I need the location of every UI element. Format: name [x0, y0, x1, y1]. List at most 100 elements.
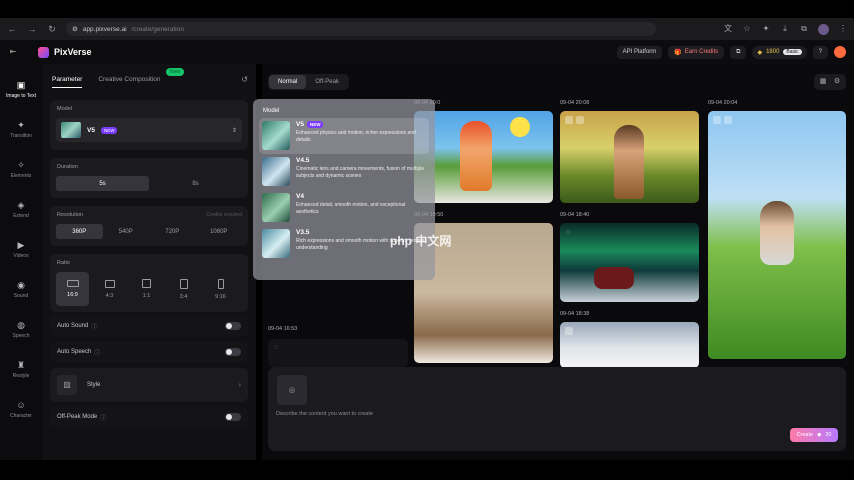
rail-item-videos[interactable]: ▶ Videos	[0, 240, 42, 259]
bottom-bar	[0, 460, 854, 480]
reload-icon[interactable]: ↻	[46, 23, 58, 35]
ratio-option-1-1[interactable]: 1:1	[130, 272, 163, 306]
menu-icon[interactable]: ⋮	[838, 24, 848, 34]
rail-item-sound[interactable]: ◉ Sound	[0, 280, 42, 299]
prompt-input[interactable]: Describe the content you want to create	[276, 411, 373, 417]
timestamp: 09-04 18:40	[560, 212, 590, 218]
model-card: Model V5 NEW ⇕	[50, 100, 248, 150]
credit-balance[interactable]: ◆ 1800 Basic	[752, 45, 807, 59]
rail-item-elements[interactable]: ✧ Elements	[0, 160, 42, 179]
restyle-icon: ♜	[16, 360, 26, 370]
resolution-option[interactable]: 720P	[149, 224, 196, 239]
prompt-box[interactable]: ⊕ Describe the content you want to creat…	[268, 367, 846, 451]
sound-icon: ◉	[17, 280, 25, 290]
extension-icon[interactable]: ✦	[761, 24, 771, 34]
site-info-icon[interactable]: ⚙	[72, 25, 78, 33]
favorite-icon[interactable]	[724, 116, 732, 124]
resolution-option[interactable]: 540P	[103, 224, 150, 239]
mode-normal[interactable]: Normal	[269, 75, 307, 89]
model-thumbnail	[262, 193, 290, 222]
help-icon[interactable]: ⓘ	[91, 322, 97, 331]
rail-item-character[interactable]: ☺ Character	[0, 400, 42, 419]
star-icon[interactable]: ☆	[742, 24, 752, 34]
image-icon: ▣	[16, 80, 26, 90]
ratio-selector: 16:9 4:3 1:1 3:4 9:16	[56, 272, 237, 306]
settings-icon[interactable]: ⚙	[832, 76, 842, 88]
resolution-selector: 360P 540P 720P 1080P	[56, 224, 242, 239]
rail-item-image-to-text[interactable]: ▣ Image to Text	[0, 80, 42, 99]
rail-item-speech[interactable]: ◍ Speech	[0, 320, 42, 339]
grid-view-icon[interactable]: ▦	[818, 76, 828, 88]
ratio-option-16-9[interactable]: 16:9	[56, 272, 89, 306]
ratio-option-4-3[interactable]: 4:3	[93, 272, 126, 306]
rail-item-restyle[interactable]: ♜ Restyle	[0, 360, 42, 379]
back-icon[interactable]: ←	[6, 23, 18, 35]
select-icon[interactable]	[713, 116, 721, 124]
rail-item-transition[interactable]: ✦ Transition	[0, 120, 42, 139]
auto-sound-toggle[interactable]	[225, 322, 241, 330]
address-bar[interactable]: ⚙ app.pixverse.ai/create/generation	[66, 22, 656, 36]
watermark: php 中文网	[390, 234, 452, 248]
favorite-icon[interactable]	[576, 116, 584, 124]
model-option-desc: Enhanced detail, smooth motion, and exce…	[296, 202, 406, 215]
ratio-shape-icon	[66, 280, 79, 287]
video-thumbnail[interactable]	[560, 111, 699, 203]
duration-option[interactable]: 8s	[149, 176, 242, 191]
earn-credits-button[interactable]: 🎁 Earn Credits	[668, 45, 725, 59]
gift-icon: 🎁	[674, 49, 682, 56]
rail-label: Character	[10, 413, 32, 419]
model-option-v5[interactable]: V5 NEW Enhanced physics and motion, riche…	[259, 118, 429, 154]
api-platform-button[interactable]: API Platform	[616, 45, 663, 59]
model-thumbnail	[262, 121, 290, 150]
create-cost: 20	[825, 432, 832, 438]
rail-item-extend[interactable]: ◈ Extend	[0, 200, 42, 219]
notification-icon[interactable]: ⧉	[730, 45, 747, 59]
timestamp: 09-04 16:53	[268, 326, 298, 332]
resolution-option[interactable]: 1080P	[196, 224, 243, 239]
ratio-option-3-4[interactable]: 3:4	[167, 272, 200, 306]
brand-name: PixVerse	[54, 47, 92, 57]
video-thumbnail[interactable]	[560, 322, 699, 368]
left-rail: ▣ Image to Text ✦ Transition ✧ Elements ◈ Ex…	[0, 64, 42, 460]
puzzle-icon[interactable]: ⧉	[799, 24, 809, 34]
model-option-v4-5[interactable]: V4.5 Cinematic lens and camera movements…	[259, 154, 429, 190]
ratio-value: 3:4	[179, 293, 188, 300]
help-icon[interactable]: ⓘ	[100, 413, 106, 422]
rail-label: Image to Text	[6, 93, 36, 99]
user-avatar[interactable]	[834, 46, 846, 58]
help-icon[interactable]: ?	[812, 45, 828, 59]
download-icon[interactable]: ⤓	[780, 24, 790, 34]
forward-icon[interactable]: →	[26, 23, 38, 35]
view-controls: ▦ ⚙	[814, 74, 846, 90]
model-option-v4[interactable]: V4 Enhanced detail, smooth motion, and e…	[259, 190, 429, 226]
browser-toolbar: ← → ↻ ⚙ app.pixverse.ai/create/generatio…	[0, 18, 854, 40]
mode-selector: Normal Off-Peak	[268, 74, 349, 90]
model-option-desc: Cinematic lens and camera movements, fus…	[296, 166, 425, 179]
help-icon[interactable]: ⓘ	[94, 348, 100, 357]
duration-option[interactable]: 5s	[56, 176, 149, 191]
video-thumbnail[interactable]	[708, 111, 846, 359]
logo-icon	[38, 46, 49, 58]
select-icon[interactable]	[565, 116, 573, 124]
api-platform-label: API Platform	[622, 49, 657, 55]
video-thumbnail[interactable]: ◌	[268, 339, 408, 367]
resolution-option[interactable]: 360P	[56, 224, 103, 239]
auto-speech-toggle[interactable]	[225, 348, 241, 356]
style-selector[interactable]: ▨ Style ›	[50, 368, 248, 402]
mode-off-peak[interactable]: Off-Peak	[306, 75, 348, 89]
ratio-option-9-16[interactable]: 9:16	[204, 272, 237, 306]
video-thumbnail[interactable]: ◌	[560, 223, 699, 302]
new-badge: New	[166, 68, 185, 76]
off-peak-toggle[interactable]	[225, 413, 241, 421]
collapse-icon[interactable]: ⇤	[8, 47, 18, 57]
reset-icon[interactable]: ↺	[241, 75, 248, 84]
create-button[interactable]: Create ◆ 20	[790, 428, 838, 442]
upload-image-icon[interactable]: ⊕	[277, 375, 307, 405]
resolution-card: Resolution Credits required 360P 540P 72…	[50, 206, 248, 246]
profile-icon[interactable]	[818, 23, 829, 35]
translate-icon[interactable]: 文	[723, 24, 733, 34]
tab-creative-composition[interactable]: Creative Composition	[98, 76, 160, 88]
tab-parameter[interactable]: Parameter	[52, 76, 83, 88]
model-selector[interactable]: V5 NEW ⇕	[56, 118, 242, 142]
select-icon[interactable]	[565, 327, 573, 335]
